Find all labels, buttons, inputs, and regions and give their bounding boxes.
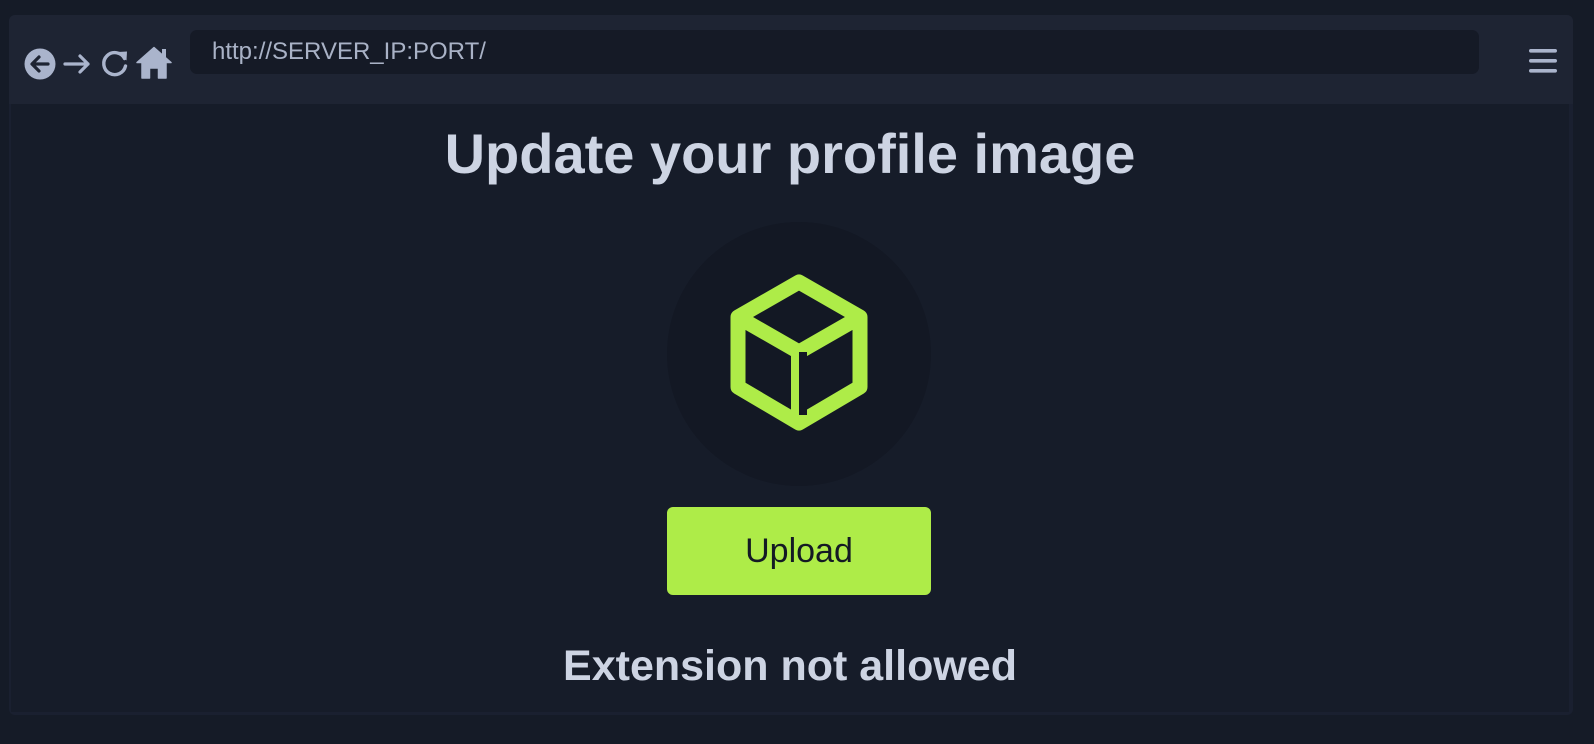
home-icon[interactable]	[136, 46, 172, 80]
browser-toolbar: http://SERVER_IP:PORT/	[9, 15, 1573, 104]
page-viewport: Update your profile image Upload Extensi…	[11, 104, 1569, 712]
page-title: Update your profile image	[444, 122, 1136, 185]
hamburger-menu-icon[interactable]	[1529, 48, 1557, 74]
reload-icon[interactable]	[100, 48, 130, 78]
profile-image-avatar	[667, 222, 931, 486]
address-bar[interactable]: http://SERVER_IP:PORT/	[190, 30, 1479, 74]
forward-icon[interactable]	[62, 50, 92, 78]
upload-button[interactable]: Upload	[667, 507, 931, 595]
cube-icon	[730, 274, 868, 431]
back-icon[interactable]	[24, 48, 56, 80]
browser-window: http://SERVER_IP:PORT/ Update your profi…	[9, 15, 1573, 715]
status-message: Extension not allowed	[563, 642, 1017, 690]
